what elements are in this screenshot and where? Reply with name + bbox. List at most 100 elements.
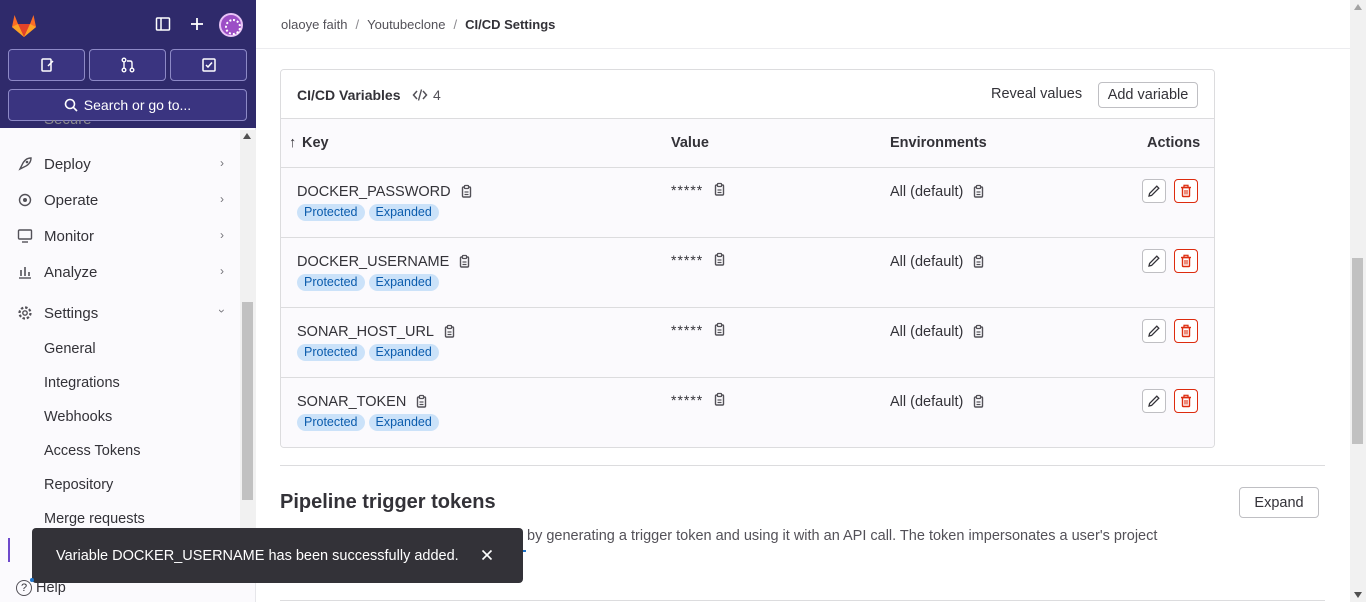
merge-request-icon [121, 57, 134, 73]
variable-environment: All (default) [890, 324, 985, 340]
copy-icon[interactable] [971, 184, 985, 200]
main-scrollbar-thumb[interactable] [1352, 258, 1363, 444]
copy-icon[interactable] [459, 184, 473, 200]
protected-badge: Protected [297, 344, 365, 361]
variable-environment-text: All (default) [890, 254, 964, 270]
sidebar-item-monitor[interactable]: Monitor › [8, 219, 232, 253]
sidebar-item-operate[interactable]: Operate › [8, 183, 232, 217]
variable-value: ***** [671, 182, 726, 198]
variable-value-text: ***** [671, 182, 704, 198]
plus-icon[interactable] [185, 12, 209, 36]
todos-button[interactable] [170, 49, 247, 81]
variable-key-text: DOCKER_PASSWORD [297, 184, 451, 200]
sidebar-item-analyze[interactable]: Analyze › [8, 255, 232, 289]
copy-icon[interactable] [712, 392, 726, 408]
chart-icon [16, 263, 34, 281]
variable-value: ***** [671, 252, 726, 268]
copy-icon[interactable] [457, 254, 471, 270]
variable-badges: Protected Expanded [297, 414, 439, 431]
copy-icon[interactable] [712, 322, 726, 338]
expanded-badge: Expanded [368, 414, 439, 431]
chevron-right-icon: › [220, 192, 224, 206]
search-icon [64, 98, 78, 112]
section-divider [280, 465, 1325, 466]
merge-requests-button[interactable] [89, 49, 166, 81]
breadcrumb: olaoye faith / Youtubeclone / CI/CD Sett… [281, 17, 555, 32]
variables-card: CI/CD Variables 4 Reveal values Add vari… [280, 69, 1215, 448]
scroll-up-arrow-icon[interactable] [1354, 4, 1362, 10]
scroll-down-arrow-icon[interactable] [1354, 592, 1362, 598]
copy-icon[interactable] [971, 394, 985, 410]
header-divider [256, 48, 1350, 49]
variable-key: DOCKER_USERNAME [297, 254, 471, 270]
variable-value-text: ***** [671, 392, 704, 408]
gear-icon [16, 304, 34, 322]
edit-variable-button[interactable] [1142, 389, 1166, 413]
sidebar-item-deploy[interactable]: Deploy › [8, 147, 232, 181]
trash-icon [1181, 184, 1191, 198]
issues-button[interactable] [8, 49, 85, 81]
sidebar-subitem-webhooks[interactable]: Webhooks [44, 409, 112, 425]
copy-icon[interactable] [442, 324, 456, 340]
edit-variable-button[interactable] [1142, 319, 1166, 343]
code-icon [412, 89, 428, 101]
variables-card-header: CI/CD Variables 4 Reveal values Add vari… [281, 70, 1214, 119]
search-button[interactable]: Search or go to... [8, 89, 247, 121]
delete-variable-button[interactable] [1174, 249, 1198, 273]
variable-value-text: ***** [671, 252, 704, 268]
column-key[interactable]: Key [302, 135, 329, 151]
variable-environment-text: All (default) [890, 324, 964, 340]
breadcrumb-user[interactable]: olaoye faith [281, 17, 348, 32]
breadcrumb-current[interactable]: CI/CD Settings [465, 17, 555, 32]
gitlab-logo-icon[interactable] [10, 12, 38, 38]
pencil-icon [1148, 325, 1160, 337]
copy-icon[interactable] [712, 182, 726, 198]
sidebar-subitem-merge-requests[interactable]: Merge requests [44, 511, 145, 527]
expanded-badge: Expanded [368, 344, 439, 361]
reveal-values-toggle[interactable]: Reveal values [991, 86, 1082, 102]
sidebar: Search or go to... Secure Deploy › Opera… [0, 0, 256, 602]
variable-badges: Protected Expanded [297, 344, 439, 361]
copy-icon[interactable] [712, 252, 726, 268]
expanded-badge: Expanded [368, 274, 439, 291]
variable-value-text: ***** [671, 322, 704, 338]
expand-button[interactable]: Expand [1239, 487, 1319, 518]
edit-variable-button[interactable] [1142, 179, 1166, 203]
pencil-icon [1148, 395, 1160, 407]
variable-key: DOCKER_PASSWORD [297, 184, 473, 200]
sidebar-subitem-general[interactable]: General [44, 341, 96, 357]
copy-icon[interactable] [414, 394, 428, 410]
cloud-gear-icon [16, 191, 34, 209]
sidebar-scrollbar-thumb[interactable] [242, 302, 253, 500]
sidebar-subitem-integrations[interactable]: Integrations [44, 375, 120, 391]
pipeline-trigger-tokens-title: Pipeline trigger tokens [280, 491, 496, 513]
table-row: DOCKER_PASSWORD Protected Expanded *****… [281, 168, 1214, 238]
chevron-right-icon: › [220, 156, 224, 170]
issues-icon [40, 58, 54, 72]
sidebar-subitem-repository[interactable]: Repository [44, 477, 113, 493]
sidebar-item-secure-partial[interactable]: Secure [44, 120, 92, 128]
variables-title: CI/CD Variables [297, 87, 401, 103]
copy-icon[interactable] [971, 324, 985, 340]
sidebar-subitem-access-tokens[interactable]: Access Tokens [44, 443, 140, 459]
delete-variable-button[interactable] [1174, 179, 1198, 203]
table-row: SONAR_HOST_URL Protected Expanded ***** … [281, 308, 1214, 378]
sort-up-arrow-icon[interactable]: ↑ [289, 135, 296, 151]
copy-icon[interactable] [971, 254, 985, 270]
section-divider [280, 600, 1325, 601]
add-variable-button[interactable]: Add variable [1098, 82, 1198, 108]
variable-key: SONAR_HOST_URL [297, 324, 456, 340]
trash-icon [1181, 394, 1191, 408]
breadcrumb-project[interactable]: Youtubeclone [367, 17, 445, 32]
variable-value: ***** [671, 322, 726, 338]
delete-variable-button[interactable] [1174, 319, 1198, 343]
close-icon[interactable] [479, 547, 495, 563]
delete-variable-button[interactable] [1174, 389, 1198, 413]
scroll-up-arrow-icon[interactable] [243, 133, 251, 139]
sidebar-item-settings[interactable]: Settings › [8, 296, 232, 330]
breadcrumb-separator: / [355, 17, 360, 32]
column-environments: Environments [890, 135, 987, 151]
edit-variable-button[interactable] [1142, 249, 1166, 273]
user-avatar[interactable] [219, 13, 243, 37]
sidebar-toggle-icon[interactable] [151, 12, 175, 36]
